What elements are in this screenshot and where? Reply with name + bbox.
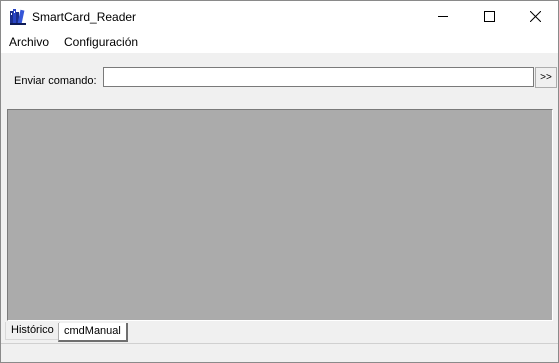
title-bar[interactable]: SmartCard_Reader: [1, 1, 558, 32]
maximize-icon: [484, 11, 495, 22]
tab-strip: Histórico cmdManual: [1, 321, 558, 343]
send-command-button[interactable]: >>: [535, 67, 557, 88]
tab-historico[interactable]: Histórico: [5, 322, 60, 340]
books-icon: [10, 9, 26, 25]
mdi-client-area[interactable]: [7, 109, 553, 321]
menu-configuracion[interactable]: Configuración: [64, 35, 138, 50]
minimize-icon: [438, 16, 448, 17]
close-icon: [530, 11, 541, 22]
divider: [1, 343, 558, 344]
close-button[interactable]: [513, 1, 558, 32]
tab-cmdmanual[interactable]: cmdManual: [58, 323, 128, 342]
minimize-button[interactable]: [421, 1, 467, 32]
command-input[interactable]: [103, 67, 534, 87]
send-command-label: Enviar comando:: [14, 75, 97, 87]
maximize-button[interactable]: [467, 1, 513, 32]
menu-archivo[interactable]: Archivo: [9, 35, 49, 50]
main-window: SmartCard_Reader Archivo Configuración E…: [0, 0, 559, 363]
window-title: SmartCard_Reader: [32, 10, 137, 24]
menu-bar: Archivo Configuración: [1, 32, 558, 54]
